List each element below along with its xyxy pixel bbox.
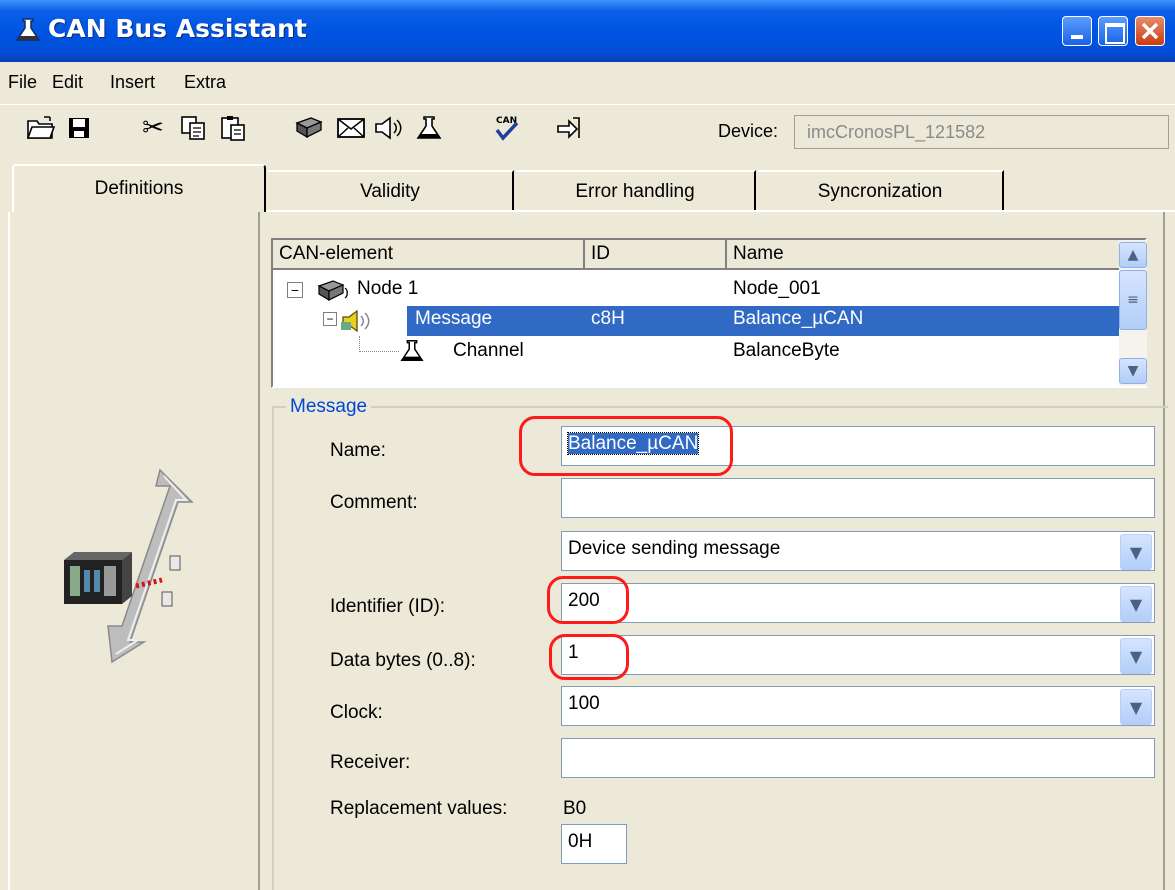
- tree-scrollbar[interactable]: ▲ ≡ ▼: [1119, 240, 1147, 386]
- tree-connector-line: [359, 336, 399, 352]
- tree-row-node[interactable]: − Node 1 Node_001: [273, 276, 1119, 306]
- tab-definitions-label: Definitions: [94, 178, 184, 199]
- open-icon[interactable]: [24, 111, 58, 145]
- clock-label: Clock:: [330, 702, 383, 723]
- tree-row-message[interactable]: − Message c8H Balance_µCAN: [273, 306, 1119, 336]
- tab-validity-label: Validity: [360, 181, 420, 202]
- device-label: Device:: [718, 121, 779, 141]
- direction-select-value: Device sending message: [568, 538, 781, 559]
- clock-select[interactable]: 100 ▼: [561, 686, 1155, 726]
- node-icon[interactable]: [292, 111, 326, 145]
- receiver-field[interactable]: [561, 738, 1155, 778]
- collapse-toggle-icon[interactable]: −: [323, 312, 337, 326]
- tree-cell-element: Node 1: [357, 278, 419, 299]
- tab-validity[interactable]: Validity: [268, 170, 514, 212]
- scroll-thumb[interactable]: ≡: [1119, 270, 1147, 330]
- replacement-label: Replacement values:: [330, 798, 508, 819]
- menu-extra[interactable]: Extra: [184, 72, 226, 93]
- tab-syncronization-label: Syncronization: [817, 181, 943, 202]
- channel-flask-icon: [399, 338, 425, 370]
- receiver-label: Receiver:: [330, 752, 411, 773]
- scroll-up-button[interactable]: ▲: [1119, 242, 1147, 268]
- name-label: Name:: [330, 440, 386, 461]
- direction-select[interactable]: Device sending message ▼: [561, 531, 1155, 571]
- replacement-value-field[interactable]: 0H: [561, 824, 627, 864]
- replacement-byte-label: B0: [563, 798, 587, 819]
- menu-file[interactable]: File: [8, 72, 37, 93]
- comment-field[interactable]: [561, 478, 1155, 518]
- identifier-select[interactable]: 200 ▼: [561, 583, 1155, 623]
- collapse-toggle-icon[interactable]: −: [287, 282, 303, 298]
- chevron-down-icon[interactable]: ▼: [1120, 689, 1152, 725]
- tree-cell-id: c8H: [591, 308, 625, 329]
- highlight-circle-identifier: [547, 576, 629, 624]
- can-check-icon[interactable]: CAN: [490, 111, 524, 145]
- tab-bar: Definitions Validity Error handling Sync…: [0, 158, 1175, 212]
- tree-cell-name: Node_001: [733, 278, 821, 299]
- scroll-down-button[interactable]: ▼: [1119, 358, 1147, 384]
- app-flask-icon: [14, 16, 42, 44]
- copy-icon[interactable]: [176, 111, 210, 145]
- device-field[interactable]: imcCronosPL_121582: [794, 115, 1169, 149]
- title-bar[interactable]: CAN Bus Assistant: [0, 0, 1175, 62]
- content-frame: [258, 212, 260, 890]
- column-header-name[interactable]: Name: [727, 240, 1119, 270]
- close-button[interactable]: [1135, 16, 1165, 46]
- databytes-label: Data bytes (0..8):: [330, 650, 476, 671]
- column-header-can-element[interactable]: CAN-element: [273, 240, 585, 270]
- import-icon[interactable]: [552, 111, 586, 145]
- node-icon: [317, 278, 353, 308]
- highlight-circle-name: [519, 416, 733, 476]
- group-title: Message: [286, 396, 372, 418]
- message-speaker-icon[interactable]: [372, 111, 406, 145]
- tree-cell-name: BalanceByte: [733, 340, 840, 361]
- tree-row-channel[interactable]: Channel BalanceByte: [273, 336, 1119, 370]
- can-bus-illustration: [60, 466, 200, 666]
- maximize-button[interactable]: [1098, 16, 1128, 46]
- can-element-tree[interactable]: CAN-element ID Name − Node 1 Node_001 − …: [271, 238, 1147, 388]
- minimize-button[interactable]: [1062, 16, 1092, 46]
- chevron-down-icon[interactable]: ▼: [1120, 534, 1152, 570]
- identifier-label: Identifier (ID):: [330, 596, 446, 617]
- tab-definitions[interactable]: Definitions: [12, 164, 266, 212]
- tree-cell-element: Channel: [453, 340, 524, 361]
- tab-error-handling-label: Error handling: [575, 181, 695, 202]
- clock-select-value: 100: [568, 693, 600, 714]
- chevron-down-icon[interactable]: ▼: [1120, 586, 1152, 622]
- paste-icon[interactable]: [216, 111, 250, 145]
- comment-label: Comment:: [330, 492, 418, 513]
- toolbar: ✂ CAN Device: imcCronosPL_121582: [0, 104, 1175, 152]
- column-header-id[interactable]: ID: [585, 240, 727, 270]
- chevron-down-icon[interactable]: ▼: [1120, 638, 1152, 674]
- menu-bar: File Edit Insert Extra: [0, 62, 1175, 102]
- menu-edit[interactable]: Edit: [52, 72, 83, 93]
- window-title: CAN Bus Assistant: [48, 14, 307, 43]
- menu-insert[interactable]: Insert: [110, 72, 155, 93]
- tab-error-handling[interactable]: Error handling: [516, 170, 756, 212]
- tree-cell-name: Balance_µCAN: [733, 308, 864, 329]
- channel-flask-icon[interactable]: [412, 111, 446, 145]
- tab-top-edge: [266, 210, 1175, 212]
- save-icon[interactable]: [62, 111, 96, 145]
- tree-cell-element: Message: [415, 308, 493, 329]
- highlight-circle-databytes: [549, 634, 629, 680]
- databytes-select[interactable]: 1 ▼: [561, 635, 1155, 675]
- tab-syncronization[interactable]: Syncronization: [758, 170, 1004, 212]
- cut-icon[interactable]: ✂: [136, 111, 170, 145]
- message-icon[interactable]: [334, 111, 368, 145]
